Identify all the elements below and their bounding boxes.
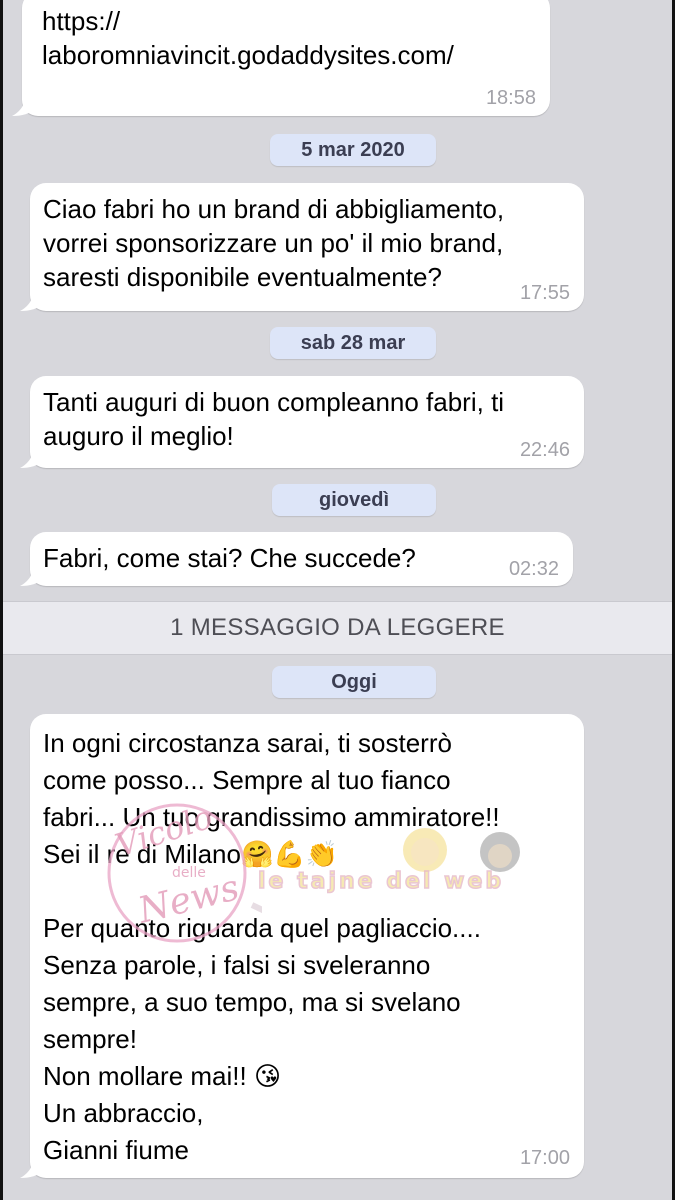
- bubble-tail: [20, 289, 44, 311]
- date-separator: sab 28 mar: [270, 327, 436, 359]
- message-time: 02:32: [508, 558, 559, 580]
- unread-banner-label: 1 MESSAGGIO DA LEGGERE: [170, 614, 505, 641]
- date-separator: 5 mar 2020: [270, 134, 436, 166]
- message-time: 18:58: [485, 87, 536, 109]
- date-label: Oggi: [331, 671, 377, 693]
- message-bubble[interactable]: Fabri, come stai? Che succede? 02:32: [20, 532, 573, 586]
- message-bubble[interactable]: https:// laboromniavincit.godaddysites.c…: [12, 0, 550, 116]
- message-time: 17:00: [519, 1147, 570, 1169]
- bubble-tail: [20, 446, 44, 468]
- date-separator: Oggi: [272, 666, 436, 698]
- date-label: sab 28 mar: [300, 332, 406, 354]
- date-label: 5 mar 2020: [301, 139, 405, 161]
- message-bubble[interactable]: Ciao fabri ho un brand di abbigliamento,…: [20, 183, 584, 311]
- bubble-tail: [20, 1156, 44, 1178]
- message-text: Fabri, come stai? Che succede?: [43, 543, 416, 573]
- message-bubble[interactable]: Tanti auguri di buon compleanno fabri, t…: [20, 376, 584, 468]
- date-label: giovedì: [318, 489, 389, 511]
- message-time: 17:55: [519, 282, 570, 304]
- date-separator: giovedì: [272, 484, 436, 516]
- message-time: 22:46: [519, 439, 570, 461]
- unread-messages-banner: 1 MESSAGGIO DA LEGGERE: [3, 601, 672, 655]
- message-bubble[interactable]: In ogni circostanza sarai, ti sosterrò c…: [20, 714, 584, 1178]
- bubble-tail: [12, 94, 36, 116]
- message-text: In ogni circostanza sarai, ti sosterrò c…: [43, 728, 500, 1165]
- bubble-tail: [20, 564, 44, 586]
- message-text: Tanti auguri di buon compleanno fabri, t…: [43, 387, 505, 451]
- message-text: Ciao fabri ho un brand di abbigliamento,…: [43, 194, 505, 292]
- message-text: https:// laboromniavincit.godaddysites.c…: [42, 6, 454, 70]
- left-edge: [0, 0, 3, 1200]
